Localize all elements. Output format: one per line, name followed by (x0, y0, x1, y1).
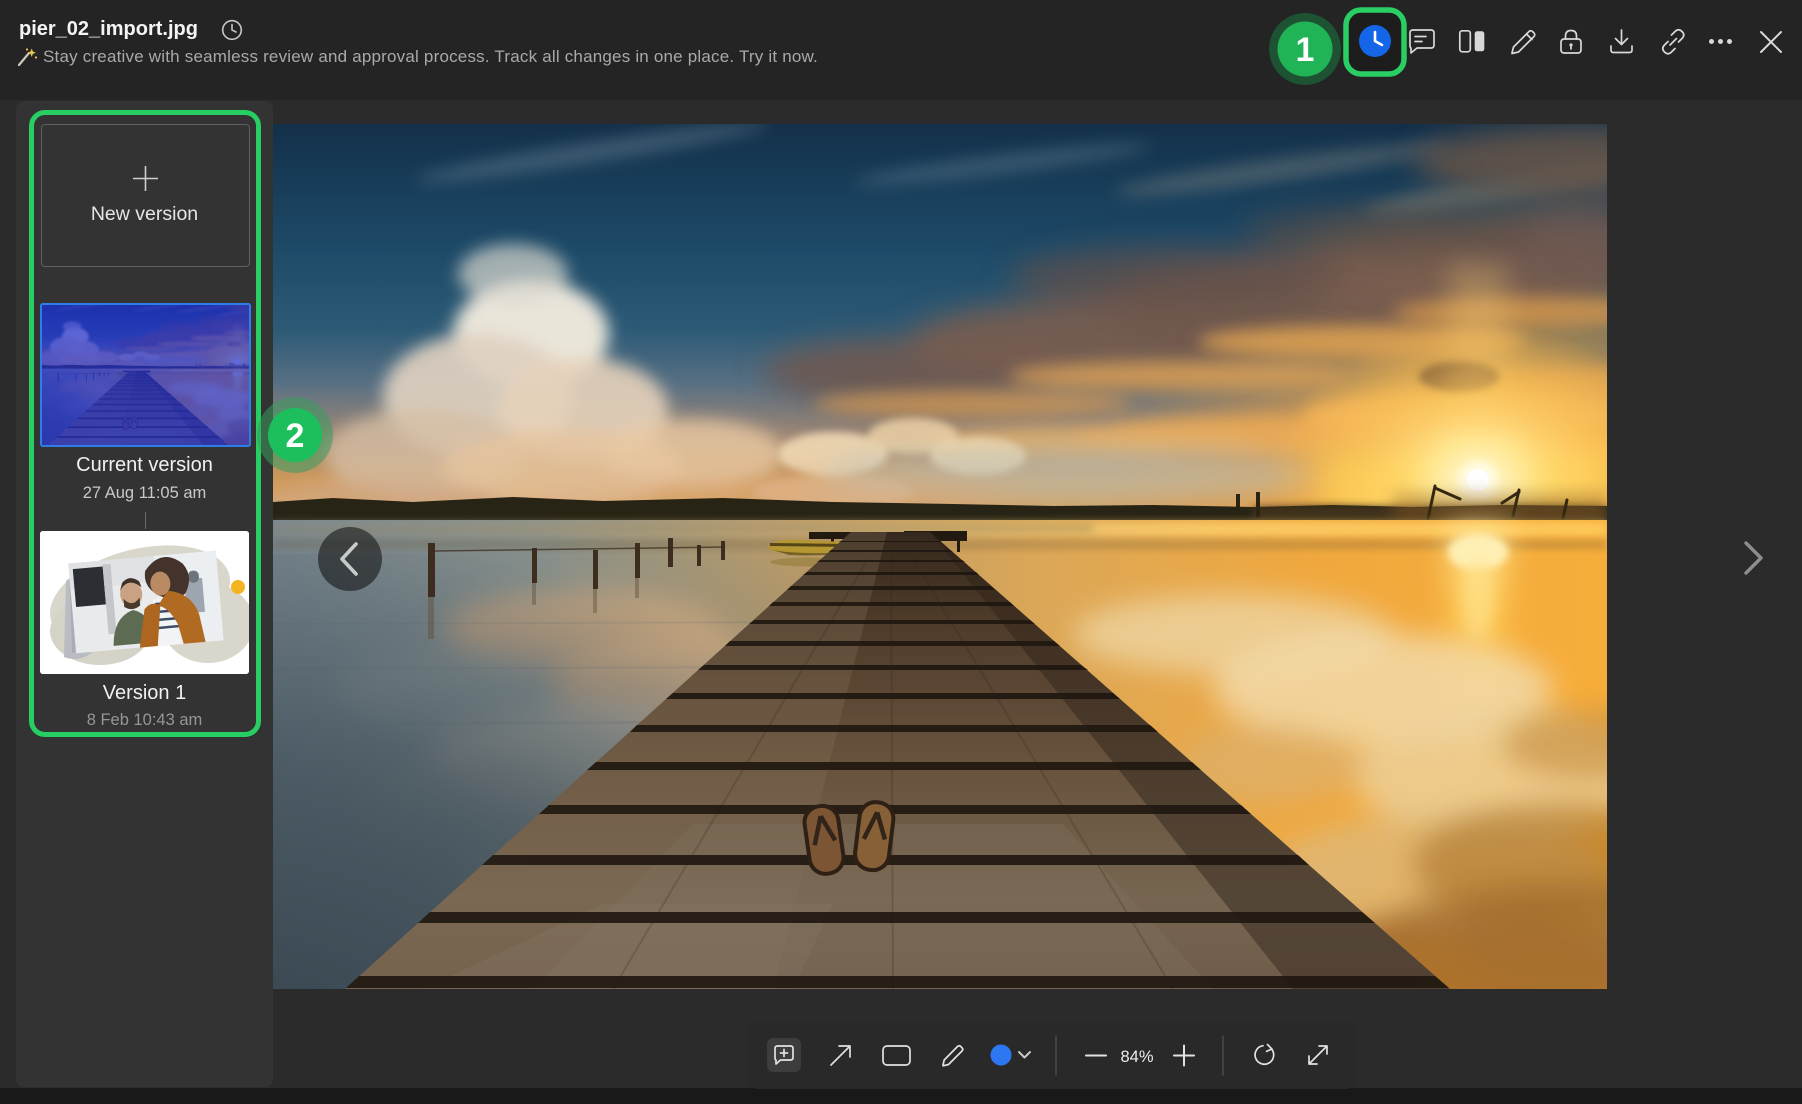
svg-text:2: 2 (286, 417, 305, 455)
svg-text:84%: 84% (1120, 1048, 1153, 1066)
svg-text:1: 1 (1296, 31, 1315, 69)
